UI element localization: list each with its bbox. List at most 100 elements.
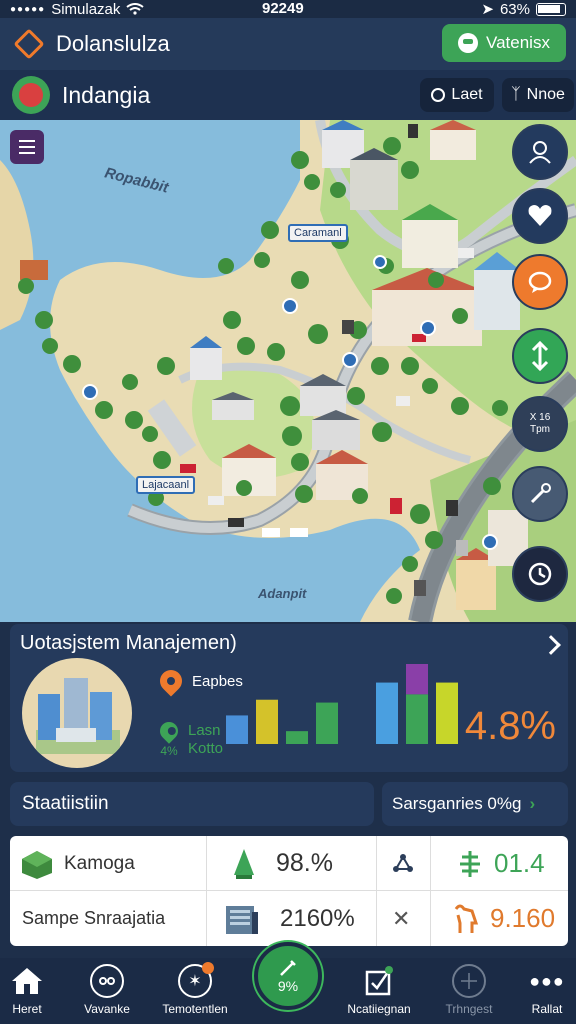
info-button[interactable]: X 16 Tpm <box>512 396 568 452</box>
favorite-button[interactable] <box>512 188 568 244</box>
nav-label: Trhngest <box>445 1002 493 1016</box>
nav-center-label: 9% <box>277 978 299 994</box>
legend-lasn: 4% Lasn Kotto <box>156 718 224 758</box>
move-button[interactable] <box>512 328 568 384</box>
chart-bar <box>316 702 338 744</box>
location-icon: ➤ <box>481 1 494 18</box>
battery-percent: 63% <box>499 0 530 18</box>
wrench-icon <box>530 483 551 504</box>
pencil-icon <box>280 960 296 976</box>
legend-percent: 4% <box>160 744 178 758</box>
place-label[interactable]: Caramanl <box>288 224 348 242</box>
table-row[interactable]: Kamoga 98.% 01.4 <box>10 836 568 891</box>
summary-header[interactable]: Sarsganries 0%g › <box>382 782 568 826</box>
management-percent: 4.8% <box>464 704 556 748</box>
row-value-2: 01.4 <box>494 848 545 878</box>
header-action-button[interactable]: Vatenisx <box>442 24 566 62</box>
chat-button[interactable] <box>512 254 568 310</box>
face-icon <box>90 964 124 998</box>
place-label[interactable]: Lajacaanl <box>136 476 196 494</box>
battery-icon <box>536 2 566 16</box>
ring-icon <box>431 88 446 102</box>
nav-label: Rallat <box>531 1002 563 1016</box>
legend-label: Lasn <box>188 722 221 739</box>
signal-dots: ●●●●● <box>10 3 46 15</box>
crate-icon <box>22 850 52 879</box>
pine-icon <box>460 850 480 877</box>
last-button[interactable]: Laet <box>420 78 494 112</box>
region-emblem-icon[interactable] <box>12 76 50 114</box>
statistics-title: Staatiistiin <box>22 793 109 814</box>
clock: 92249 <box>262 0 304 17</box>
network-icon <box>393 853 413 872</box>
map-pin-icon <box>156 718 182 744</box>
table-row[interactable]: Sampe Snraajatia 2160% ✕ 9.160 <box>10 891 568 946</box>
last-label: Laet <box>451 86 483 103</box>
carrier-name: Simulazak <box>51 0 121 18</box>
map-terrain <box>0 120 576 622</box>
chart-bar <box>406 694 428 744</box>
nav-center-button[interactable]: 9% <box>254 942 322 1010</box>
summary-title: Sarsganries 0%g <box>392 794 522 813</box>
mascot-icon <box>458 33 479 53</box>
nav-label: Ncatiiegnan <box>347 1002 411 1016</box>
nav-label: Temotentlen <box>162 1002 228 1016</box>
management-panel[interactable]: Uotasjstem Manajemen) Eapbes 4% Lasn Kot… <box>10 624 568 772</box>
app-header: Dolanslulza Vatenisx <box>0 18 576 70</box>
home-icon <box>10 964 44 998</box>
info-line2: Tpm <box>529 424 550 435</box>
chart-bar <box>256 699 278 744</box>
diamond-logo-icon <box>13 28 45 60</box>
heart-icon <box>528 205 552 226</box>
profile-button[interactable] <box>512 124 568 180</box>
close-icon[interactable]: ✕ <box>392 906 410 932</box>
bottom-navigation: Heret Vavanke ✶ Temotentlen 9% Ncatiiegn… <box>0 942 576 1024</box>
checkbox-icon <box>362 964 396 998</box>
bolt-icon: ᛉ <box>511 86 521 103</box>
info-line1: X 16 <box>529 412 551 423</box>
none-label: Nnoe <box>526 86 565 103</box>
vertical-arrows-icon <box>531 341 549 371</box>
chat-bubble-icon <box>528 271 552 293</box>
region-bar: Indangia Laet ᛉ Nnoe <box>0 70 576 120</box>
row-label: Kamoga <box>64 852 135 874</box>
nav-vavanke[interactable]: Vavanke <box>62 964 152 1016</box>
chart-bar <box>286 731 308 744</box>
nav-trhngest[interactable]: Trhngest <box>424 964 514 1016</box>
globe-icon <box>452 964 486 998</box>
chevron-right-icon: › <box>529 794 536 813</box>
building-thumbnail <box>22 658 132 768</box>
clock-icon <box>528 562 552 586</box>
nav-rallat[interactable]: ●●● Rallat <box>502 964 576 1017</box>
person-icon <box>529 141 551 164</box>
region-title: Indangia <box>62 81 151 108</box>
management-title: Uotasjstem Manajemen) <box>20 632 237 654</box>
tool-button[interactable] <box>512 466 568 522</box>
nav-label: Vavanke <box>84 1002 130 1016</box>
stats-table: Kamoga 98.% 01.4 Sampe Snraajatia 2160% … <box>10 836 568 946</box>
notification-chat-icon: ✶ <box>178 962 214 998</box>
row-label: Sampe Snraajatia <box>22 908 166 928</box>
chart-bar <box>226 715 248 744</box>
wifi-icon <box>126 3 145 15</box>
office-building-icon <box>226 905 258 934</box>
map-menu-button[interactable] <box>10 130 44 164</box>
more-dots-icon: ●●● <box>529 970 565 991</box>
row-value: 2160% <box>280 904 355 932</box>
map-pin-icon <box>155 665 187 697</box>
nav-temotentlen[interactable]: ✶ Temotentlen <box>150 962 240 1016</box>
chevron-right-icon[interactable] <box>541 635 561 655</box>
water-label-south: Adanpit <box>258 586 307 601</box>
resource-bar-chart <box>226 664 458 744</box>
timer-button[interactable] <box>512 546 568 602</box>
chart-bar <box>376 682 398 744</box>
none-button[interactable]: ᛉ Nnoe <box>502 78 574 112</box>
row-value-2: 9.160 <box>490 903 556 933</box>
nav-ncatiiegnan[interactable]: Ncatiiegnan <box>334 964 424 1016</box>
status-bar: ●●●●● Simulazak 92249 ➤ 63% <box>0 0 576 18</box>
chart-bar <box>436 682 458 744</box>
row-value: 98.% <box>276 849 333 877</box>
city-map[interactable]: Ropabbit Adanpit Caramanl Lajacaanl X 16… <box>0 120 576 622</box>
statistics-header[interactable]: Staatiistiin <box>10 782 374 826</box>
legend-sublabel: Kotto <box>188 740 224 757</box>
